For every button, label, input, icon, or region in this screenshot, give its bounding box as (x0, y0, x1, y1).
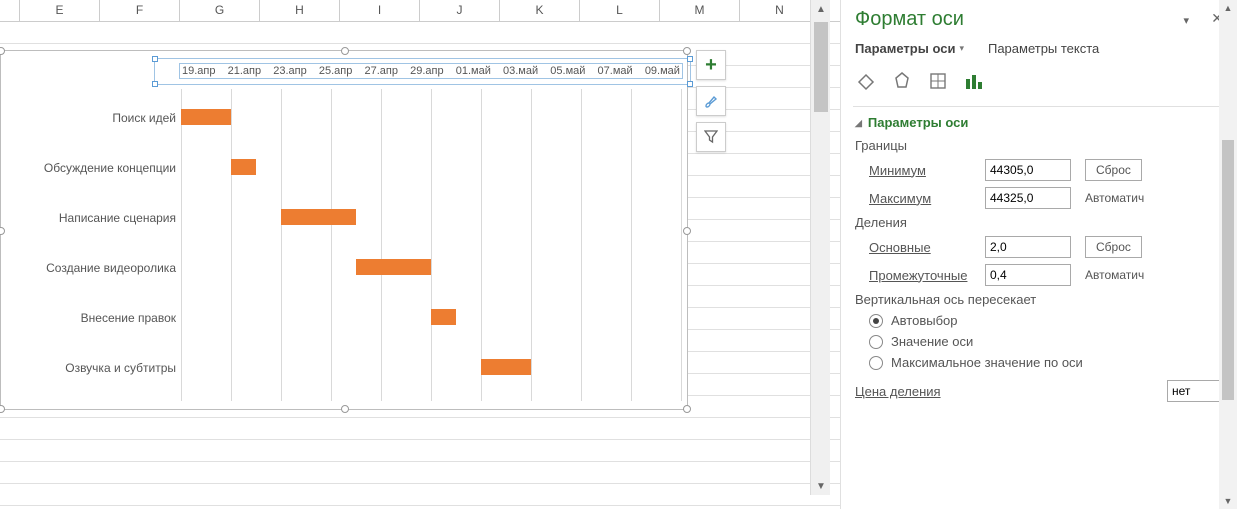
col-header[interactable]: J (420, 0, 500, 21)
col-header[interactable]: N (740, 0, 820, 21)
max-input[interactable] (985, 187, 1071, 209)
brush-icon (703, 93, 719, 109)
chart-elements-button[interactable]: + (696, 50, 726, 80)
category-label: Создание видеоролика (1, 261, 176, 275)
major-unit-label: Основные (855, 240, 985, 255)
pane-title: Формат оси (855, 8, 1237, 31)
effects-icon[interactable] (891, 70, 913, 92)
tab-text-options[interactable]: Параметры текста (988, 41, 1099, 56)
max-auto-label: Автоматич (1085, 191, 1144, 205)
pane-vertical-scrollbar[interactable]: ▲ ▼ (1219, 0, 1237, 509)
category-label: Поиск идей (1, 111, 176, 125)
axis-options-icon[interactable] (963, 70, 985, 92)
format-axis-pane: ▾ ✕ Формат оси Параметры оси▾ Параметры … (840, 0, 1237, 509)
min-label: Минимум (855, 163, 985, 178)
tab-axis-options[interactable]: Параметры оси▾ (855, 41, 964, 56)
max-label: Максимум (855, 191, 985, 206)
property-category-icons (855, 70, 1237, 92)
scrollbar-thumb[interactable] (814, 22, 828, 112)
gantt-bar[interactable] (181, 109, 231, 125)
chart-filter-button[interactable] (696, 122, 726, 152)
gantt-bar[interactable] (231, 159, 256, 175)
minor-unit-input[interactable] (985, 264, 1071, 286)
section-axis-options[interactable]: Параметры оси (855, 115, 1237, 130)
col-header[interactable]: H (260, 0, 340, 21)
cross-max-radio[interactable]: Максимальное значение по оси (855, 355, 1237, 370)
chart-floating-tools: + (696, 50, 730, 158)
minor-unit-label: Промежуточные (855, 268, 985, 283)
group-crosses: Вертикальная ось пересекает (855, 292, 1237, 307)
size-properties-icon[interactable] (927, 70, 949, 92)
gantt-bar[interactable] (431, 309, 456, 325)
pane-options-menu[interactable]: ▾ (1183, 14, 1189, 27)
radio-icon (869, 314, 883, 328)
category-label: Озвучка и субтитры (1, 361, 176, 375)
column-headers: E F G H I J K L M N (0, 0, 840, 22)
col-header[interactable]: L (580, 0, 660, 21)
col-header[interactable]: I (340, 0, 420, 21)
chart-styles-button[interactable] (696, 86, 726, 116)
minor-auto-label: Автоматич (1085, 268, 1144, 282)
embedded-chart[interactable]: 19.апр 21.апр 23.апр 25.апр 27.апр 29.ап… (0, 50, 688, 410)
radio-icon (869, 335, 883, 349)
gantt-bar[interactable] (481, 359, 531, 375)
min-input[interactable] (985, 159, 1071, 181)
display-units-label: Цена деления (855, 384, 985, 399)
col-header[interactable]: M (660, 0, 740, 21)
radio-icon (869, 356, 883, 370)
funnel-icon (704, 130, 718, 144)
cross-auto-radio[interactable]: Автовыбор (855, 313, 1237, 328)
col-header[interactable]: E (20, 0, 100, 21)
gantt-bar[interactable] (281, 209, 356, 225)
col-header[interactable]: F (100, 0, 180, 21)
chart-plot-area: 19.апр 21.апр 23.апр 25.апр 27.апр 29.ап… (1, 51, 687, 409)
major-unit-input[interactable] (985, 236, 1071, 258)
min-reset-button[interactable]: Сброс (1085, 159, 1142, 181)
major-reset-button[interactable]: Сброс (1085, 236, 1142, 258)
group-units: Деления (855, 215, 1237, 230)
cross-value-radio[interactable]: Значение оси 443 (855, 334, 1237, 349)
group-bounds: Границы (855, 138, 1237, 153)
fill-line-icon[interactable] (855, 70, 877, 92)
col-header[interactable]: K (500, 0, 580, 21)
spreadsheet-area: E F G H I J K L M N (0, 0, 840, 509)
scrollbar-thumb[interactable] (1222, 140, 1234, 400)
col-header[interactable]: G (180, 0, 260, 21)
sheet-vertical-scrollbar[interactable]: ▲ ▼ (810, 0, 830, 495)
category-label: Написание сценария (1, 211, 176, 225)
category-label: Обсуждение концепции (1, 161, 176, 175)
gantt-bar[interactable] (356, 259, 431, 275)
category-label: Внесение правок (1, 311, 176, 325)
